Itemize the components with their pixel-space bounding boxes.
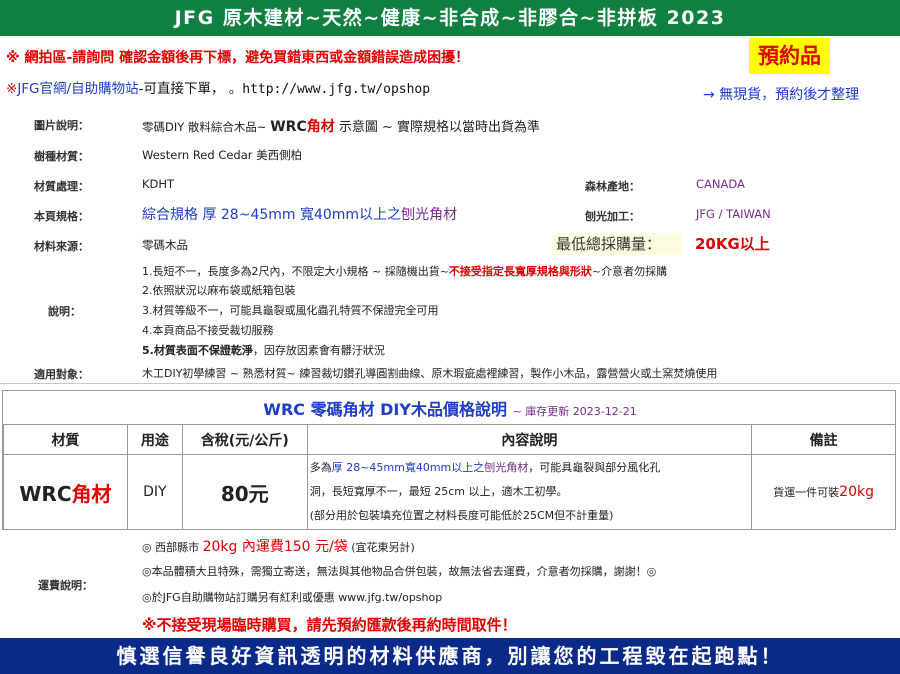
price-table: 材質 用途 含稅(元/公斤) 內容說明 備註 WRC角材 DIY 80元 多為厚… — [3, 424, 896, 530]
bottom-warning: ※不接受現場臨時購買，請先預約匯款後再約時間取件！ — [142, 616, 517, 634]
desc-line-1: 1.長短不一，長度多為2尺內，不限定大小規格 ~ 採隨機出貨~不接受指定長寬厚規… — [142, 263, 667, 279]
species-label: 樹種材質： — [34, 150, 89, 163]
shipping-line-2: ◎本品體積大且特殊，需獨立寄送，無法與其他物品合併包裝，故無法省去運費，介意者勿… — [142, 565, 657, 578]
shop-dot: 。 — [228, 81, 243, 97]
treatment-label: 材質處理： — [34, 180, 89, 193]
image-value-a: 零碼DIY 散料綜合木品~ — [142, 120, 267, 134]
content-1a: 多為 — [309, 461, 332, 474]
col-note: 備註 — [751, 424, 896, 455]
usage-value: 木工DIY初學練習 ~ 熟悉材質~ 練習裁切鑽孔導圓割曲線、原木瑕疵處裡練習，製… — [142, 367, 718, 380]
min-buy-label: 最低總採購量： — [552, 233, 682, 255]
shop-text: -可直接下單， — [138, 81, 225, 97]
origin-label: 森林產地： — [585, 180, 640, 193]
size-value-b: 刨光角材 — [401, 207, 458, 223]
shop-link[interactable]: JFG官網/自助購物站 — [17, 81, 138, 97]
desc-1a: 1.長短不一，長度多為2尺內，不限定大小規格 ~ 採隨機出貨~ — [142, 265, 449, 278]
origin-value: CANADA — [696, 177, 745, 191]
preorder-badge: 預約品 — [749, 38, 830, 74]
col-content: 內容說明 — [306, 424, 753, 455]
note-a: 貨運一件可裝 — [773, 486, 840, 499]
size-value: 綜合規格 厚 28~45mm 寬40mm以上之刨光角材 — [142, 204, 457, 224]
desc-line-3: 3.材質等級不一，可能具龜裂或風化蟲孔特質不保證完全可用 — [142, 304, 439, 317]
ship-1a: ◎ 西部縣市 — [142, 541, 203, 554]
material-b: 角材 — [71, 481, 112, 506]
species-value: Western Red Cedar 美西側柏 — [142, 148, 303, 162]
footer-slogan: 慎選信譽良好資訊透明的材料供應商，別讓您的工程毀在起跑點！ — [0, 638, 900, 674]
image-value-c: 角材 — [306, 119, 335, 135]
desc-1c: ~介意者勿採購 — [591, 265, 668, 278]
auction-notice: ※ 網拍區-請詢問 確認金額後再下標，避免買錯東西或金額錯誤造成困擾！ — [6, 50, 470, 66]
image-label: 圖片說明： — [34, 119, 89, 132]
cell-content: 多為厚 28~45mm寬40mm以上之刨光角材，可能具龜裂與部分風化孔 洞，長短… — [306, 454, 753, 530]
desc-5b: ，因存放因素會有髒汙狀況 — [252, 344, 385, 357]
cell-price: 80元 — [181, 454, 308, 530]
content-1b: 厚 28~45mm寬40mm以上之 — [331, 461, 485, 474]
material-a: WRC — [19, 481, 72, 506]
source-value: 零碼木品 — [142, 238, 188, 252]
desc-1b: 不接受指定長寬厚規格與形狀 — [448, 265, 592, 278]
image-value: 零碼DIY 散料綜合木品~ WRC角材 示意圖 ~ 實際規格以當時出貨為準 — [142, 116, 540, 136]
price-title: WRC 零碼角材 DIY木品價格說明 ~ 庫存更新 2023-12-21 — [3, 396, 897, 420]
treatment-value: KDHT — [142, 177, 175, 191]
planing-value: JFG / TAIWAN — [696, 207, 771, 221]
cell-material: WRC角材 — [3, 454, 128, 530]
ship-1b: 20kg 內運費150 元/袋 — [202, 539, 348, 555]
content-1c: 刨光角材 — [484, 461, 529, 474]
shop-notice: ※JFG官網/自助購物站-可直接下單， 。http://www.jfg.tw/o… — [6, 77, 430, 97]
header-title: JFG 原木建材~天然~健康~非合成~非膠合~非拼板 2023 — [0, 0, 900, 36]
col-material: 材質 — [3, 424, 128, 455]
content-line-2: 洞，長短寬厚不一，最短 25cm 以上，適木工初學。 — [309, 485, 568, 498]
price-table-header: 材質 用途 含稅(元/公斤) 內容說明 備註 — [3, 424, 896, 455]
content-line-1: 多為厚 28~45mm寬40mm以上之刨光角材，可能具龜裂與部分風化孔 — [310, 456, 751, 480]
desc-line-2: 2.依照狀況以麻布袋或紙箱包裝 — [142, 284, 296, 297]
size-label: 本頁規格： — [34, 210, 89, 223]
price-title-text: WRC 零碼角材 DIY木品價格說明 — [263, 400, 507, 419]
shipping-label: 運費說明： — [38, 579, 93, 592]
col-use: 用途 — [126, 424, 183, 455]
cell-use: DIY — [126, 454, 183, 530]
no-stock-note: → 無現貨，預約後才整理 — [703, 87, 860, 103]
price-updated: ~ 庫存更新 2023-12-21 — [512, 405, 637, 418]
image-value-d: 示意圖 ~ 實際規格以當時出貨為準 — [334, 120, 541, 135]
min-buy-value: 20KG以上 — [695, 235, 770, 253]
usage-label: 適用對象： — [34, 368, 89, 381]
image-value-b: WRC — [270, 119, 307, 135]
content-line-3: (部分用於包裝填充位置之材料長度可能低於25CM但不計重量) — [309, 509, 614, 522]
shipping-line-1: ◎ 西部縣市 20kg 內運費150 元/袋 (宜花東另計) — [142, 536, 415, 556]
source-label: 材料來源： — [34, 240, 89, 253]
planing-label: 刨光加工： — [585, 210, 640, 223]
content-1d: ，可能具龜裂與部分風化孔 — [528, 461, 661, 474]
col-price: 含稅(元/公斤) — [181, 424, 308, 455]
shipping-line-3: ◎於JFG自助購物站訂購另有紅利或優惠 www.jfg.tw/opshop — [142, 591, 443, 604]
divider — [0, 383, 900, 384]
table-row: WRC角材 DIY 80元 多為厚 28~45mm寬40mm以上之刨光角材，可能… — [3, 454, 896, 530]
shop-prefix: ※ — [6, 81, 18, 97]
desc-line-5: 5.材質表面不保證乾淨，因存放因素會有髒汙狀況 — [142, 342, 385, 358]
desc-label: 說明： — [48, 305, 81, 318]
note-b: 20kg — [839, 484, 874, 500]
desc-line-4: 4.本頁商品不接受裁切服務 — [142, 324, 274, 337]
size-value-a: 綜合規格 厚 28~45mm 寬40mm以上之 — [142, 207, 402, 223]
cell-note: 貨運一件可裝20kg — [751, 454, 896, 530]
desc-5a: 5.材質表面不保證乾淨 — [142, 344, 253, 357]
ship-1c: (宜花東另計) — [347, 541, 415, 554]
shop-url[interactable]: http://www.jfg.tw/opshop — [242, 82, 430, 97]
